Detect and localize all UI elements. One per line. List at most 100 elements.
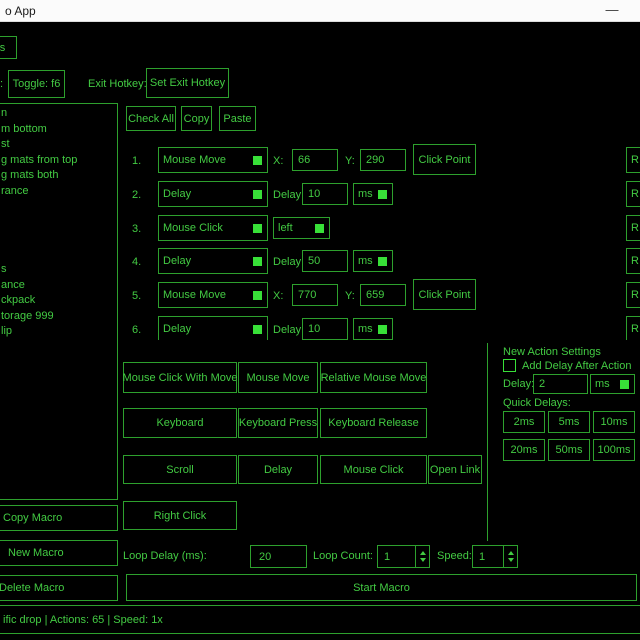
click-point-button[interactable]: Click Point [413,279,476,310]
add-keyboard-press-button[interactable]: Keyboard Press [238,408,318,438]
macro-list-item[interactable]: m bottom [0,122,117,138]
remove-action-button[interactable]: R [626,316,640,340]
macro-list-item[interactable]: ance [0,278,117,294]
new-macro-button[interactable]: New Macro [0,540,118,566]
stepper-down-icon[interactable] [508,558,514,562]
dropdown-indicator-icon [253,224,262,233]
quick-delay-5ms-button[interactable]: 5ms [548,411,590,433]
macro-list-item[interactable]: st [0,137,117,153]
macro-list-item[interactable]: torage 999 [0,309,117,325]
start-macro-button[interactable]: Start Macro [126,574,637,601]
x-label: X: [273,155,283,168]
delay-unit-dropdown[interactable]: ms [353,250,393,272]
check-all-button[interactable]: Check All [126,106,176,131]
action-type-dropdown[interactable]: Delay [158,316,268,340]
tab-label: gs [0,42,5,54]
toggle-hotkey-button[interactable]: Toggle: f6 [8,70,65,98]
add-keyboard-release-button[interactable]: Keyboard Release [320,408,427,438]
macro-list-item[interactable]: rance [0,184,117,200]
action-type-dropdown[interactable]: Mouse Move [158,147,268,173]
dropdown-indicator-icon [378,190,387,199]
y-input[interactable] [360,284,406,306]
add-delay-after-action-checkbox[interactable] [503,359,516,372]
action-type-dropdown[interactable]: Mouse Click [158,215,268,241]
add-mouse-click-button[interactable]: Mouse Click [320,455,427,484]
y-label: Y: [345,155,355,168]
stepper-up-icon[interactable] [508,551,514,555]
loop-count-input[interactable] [378,546,415,567]
action-number: 2. [132,189,141,201]
quick-delay-10ms-button[interactable]: 10ms [593,411,635,433]
macro-list-item[interactable]: n [0,106,117,122]
macro-list-item[interactable]: lip [0,324,117,340]
action-list: 1. Mouse Move X: Y: Click Point R 2. Del… [120,141,640,340]
add-right-click-button[interactable]: Right Click [123,501,237,530]
quick-delay-2ms-button[interactable]: 2ms [503,411,545,433]
stepper-arrows[interactable] [415,546,429,567]
quick-delay-20ms-button[interactable]: 20ms [503,439,545,461]
quick-delay-100ms-button[interactable]: 100ms [593,439,635,461]
tab-settings[interactable]: gs [0,36,17,59]
quick-delays-label: Quick Delays: [503,397,571,410]
macro-list-item[interactable]: s [0,262,117,278]
add-delay-button[interactable]: Delay [238,455,318,484]
set-exit-hotkey-button[interactable]: Set Exit Hotkey [146,68,229,98]
remove-action-button[interactable]: R [626,147,640,173]
mouse-button-dropdown[interactable]: left [273,217,330,239]
macro-list-item[interactable]: g mats both [0,168,117,184]
action-type-dropdown[interactable]: Delay [158,181,268,207]
add-mouse-move-button[interactable]: Mouse Move [238,362,318,393]
y-label: Y: [345,290,355,303]
speed-input[interactable] [473,546,503,567]
status-bar: ific drop | Actions: 65 | Speed: 1x [0,605,640,634]
add-open-link-button[interactable]: Open Link [428,455,482,484]
action-type-dropdown[interactable]: Delay [158,248,268,274]
remove-action-button[interactable]: R [626,215,640,241]
stepper-arrows[interactable] [503,546,517,567]
macro-list-item[interactable]: ckpack [0,293,117,309]
add-scroll-button[interactable]: Scroll [123,455,237,484]
copy-actions-button[interactable]: Copy [181,106,212,131]
macro-list-item[interactable] [0,231,117,247]
action-number: 4. [132,256,141,268]
macro-list-item[interactable] [0,200,117,216]
delete-macro-button[interactable]: Delete Macro [0,575,118,601]
add-relative-mouse-move-button[interactable]: Relative Mouse Move [320,362,427,393]
stepper-up-icon[interactable] [420,551,426,555]
add-keyboard-button[interactable]: Keyboard [123,408,237,438]
macro-list-item[interactable] [0,215,117,231]
click-point-button[interactable]: Click Point [413,144,476,175]
add-delay-after-action-label: Add Delay After Action [522,360,631,373]
minimize-button[interactable]: — [600,2,624,20]
action-type-dropdown[interactable]: Mouse Move [158,282,268,308]
dropdown-indicator-icon [378,325,387,334]
add-mouse-click-with-move-button[interactable]: Mouse Click With Move [123,362,237,393]
action-number: 3. [132,223,141,235]
remove-action-button[interactable]: R [626,248,640,274]
delay-input[interactable] [302,183,348,205]
x-input[interactable] [292,149,338,171]
loop-delay-input[interactable] [250,545,307,568]
paste-actions-button[interactable]: Paste [219,106,256,131]
x-input[interactable] [292,284,338,306]
macro-list[interactable]: n m bottom st g mats from top g mats bot… [0,103,118,500]
delay-input[interactable] [302,318,348,340]
dropdown-indicator-icon [378,257,387,266]
remove-action-button[interactable]: R [626,282,640,308]
copy-macro-button[interactable]: Copy Macro [0,505,118,531]
delay-input[interactable] [302,250,348,272]
quick-delay-50ms-button[interactable]: 50ms [548,439,590,461]
window-title: o App [5,4,36,18]
delay-unit-dropdown[interactable]: ms [353,183,393,205]
speed-stepper[interactable] [472,545,518,568]
dropdown-indicator-icon [253,291,262,300]
remove-action-button[interactable]: R [626,181,640,207]
loop-count-stepper[interactable] [377,545,430,568]
delay-unit-dropdown[interactable]: ms [353,318,393,340]
nas-delay-unit-dropdown[interactable]: ms [590,374,635,394]
y-input[interactable] [360,149,406,171]
macro-list-item[interactable] [0,246,117,262]
macro-list-item[interactable]: g mats from top [0,153,117,169]
stepper-down-icon[interactable] [420,558,426,562]
nas-delay-input[interactable] [533,374,588,394]
